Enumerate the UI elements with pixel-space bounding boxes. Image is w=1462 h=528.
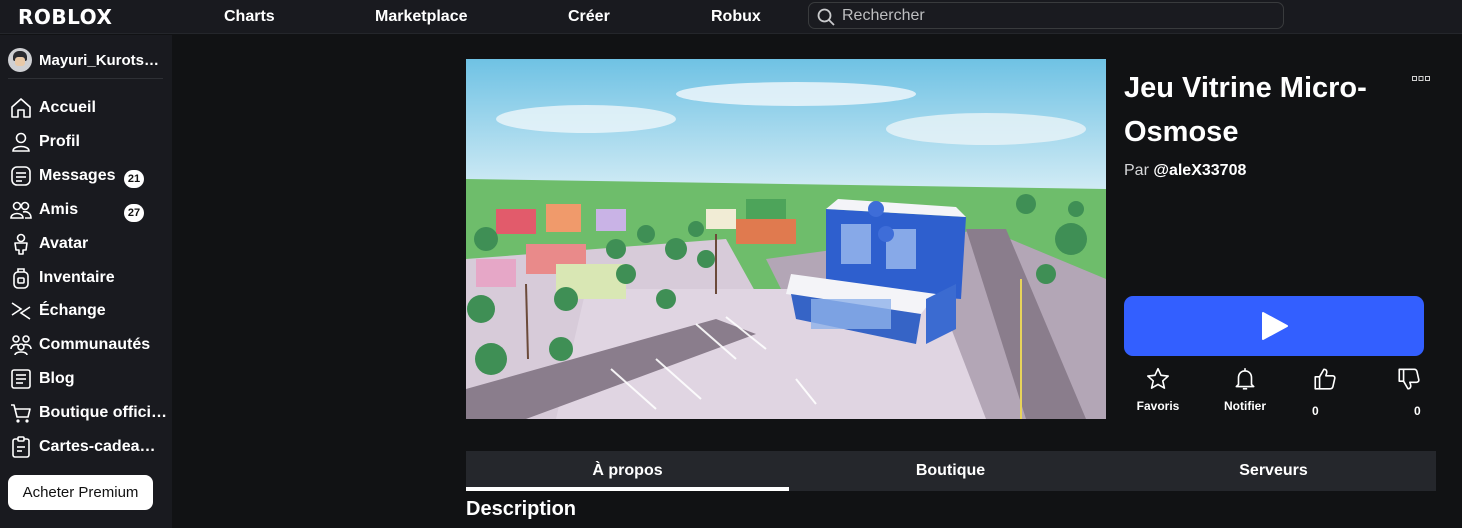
sidebar-item-blog[interactable]: Blog	[9, 364, 75, 394]
friends-count-badge: 27	[124, 204, 144, 222]
active-tab-indicator	[466, 487, 789, 491]
bell-icon	[1235, 368, 1255, 390]
user-name: Mayuri_Kurots…	[39, 51, 160, 69]
nav-marketplace-link[interactable]: Marketplace	[375, 8, 468, 26]
divider	[8, 78, 163, 79]
roblox-logo[interactable]: ROBLOX	[18, 5, 112, 29]
downvote-count: 0	[1414, 404, 1421, 418]
nav-robux-link[interactable]: Robux	[711, 8, 761, 26]
notify-label: Notifier	[1224, 399, 1266, 413]
top-navigation-bar: ROBLOX Charts Marketplace Créer Robux	[0, 0, 1462, 34]
profile-icon	[12, 132, 30, 152]
nav-charts-link[interactable]: Charts	[224, 8, 275, 26]
game-tabs: À propos Boutique Serveurs	[466, 451, 1436, 491]
sidebar-item-label: Inventaire	[39, 269, 115, 286]
thumbs-up-icon[interactable]	[1312, 366, 1338, 392]
sidebar-item-trade[interactable]: Échange	[9, 296, 106, 326]
thumbs-down-icon[interactable]	[1396, 366, 1422, 392]
sidebar-item-official-store[interactable]: Boutique offici…	[9, 398, 167, 428]
sidebar-item-label: Accueil	[39, 99, 96, 116]
more-options-icon[interactable]	[1412, 76, 1430, 82]
play-button[interactable]	[1124, 296, 1424, 356]
messages-icon	[11, 166, 31, 186]
sidebar-item-messages[interactable]: Messages	[9, 161, 116, 191]
search-bar[interactable]	[808, 2, 1284, 29]
favorite-button[interactable]: Favoris	[1136, 366, 1180, 413]
upvote-count: 0	[1312, 404, 1319, 418]
tab-about[interactable]: À propos	[466, 451, 789, 491]
avatar	[8, 48, 32, 72]
gift-card-icon	[12, 436, 30, 458]
sidebar-item-friends[interactable]: Amis	[9, 195, 78, 225]
game-thumbnail-image	[466, 59, 1106, 419]
sidebar-item-communities[interactable]: Communautés	[9, 330, 150, 360]
star-icon	[1147, 367, 1169, 389]
friends-icon	[10, 201, 32, 219]
sidebar-item-gift-cards[interactable]: Cartes-cadea…	[9, 432, 156, 462]
play-icon	[1262, 312, 1288, 340]
backpack-icon	[13, 268, 29, 289]
search-input[interactable]	[842, 5, 1272, 26]
sidebar-item-label: Amis	[39, 201, 79, 218]
avatar-icon	[14, 233, 28, 255]
sidebar-item-label: Avatar	[39, 235, 89, 252]
nav-create-link[interactable]: Créer	[568, 8, 610, 26]
sidebar-item-label: Communautés	[39, 336, 151, 353]
sidebar-item-avatar[interactable]: Avatar	[9, 229, 88, 259]
sidebar: Mayuri_Kurots… Accueil Profil Messages 2…	[0, 35, 172, 528]
sidebar-item-profile[interactable]: Profil	[9, 127, 80, 157]
communities-icon	[10, 335, 32, 356]
sidebar-item-home[interactable]: Accueil	[9, 93, 96, 123]
notify-button[interactable]: Notifier	[1222, 366, 1268, 413]
buy-premium-button[interactable]: Acheter Premium	[8, 475, 153, 510]
creator-prefix: Par	[1124, 162, 1149, 179]
tab-store[interactable]: Boutique	[789, 451, 1112, 491]
sidebar-item-inventory[interactable]: Inventaire	[9, 263, 115, 293]
user-profile-link[interactable]: Mayuri_Kurots…	[8, 47, 159, 73]
messages-count-badge: 21	[124, 170, 144, 188]
sidebar-item-label: Boutique offici…	[39, 404, 167, 421]
shop-icon	[11, 404, 31, 423]
creator-link[interactable]: @aleX33708	[1153, 162, 1246, 179]
sidebar-item-label: Échange	[39, 302, 106, 319]
sidebar-item-label: Blog	[39, 370, 75, 387]
favorite-label: Favoris	[1136, 399, 1180, 413]
search-icon	[817, 8, 835, 26]
blog-icon	[11, 369, 31, 389]
trade-icon	[11, 302, 31, 320]
tab-servers[interactable]: Serveurs	[1112, 451, 1435, 491]
sidebar-item-label: Messages	[39, 167, 116, 184]
home-icon	[11, 98, 31, 118]
game-creator: Par @aleX33708	[1124, 162, 1246, 180]
sidebar-item-label: Cartes-cadea…	[39, 438, 156, 455]
game-thumbnail[interactable]	[466, 59, 1106, 419]
game-title: Jeu Vitrine Micro-Osmose	[1124, 72, 1367, 148]
sidebar-item-label: Profil	[39, 133, 80, 150]
description-heading: Description	[466, 498, 577, 520]
